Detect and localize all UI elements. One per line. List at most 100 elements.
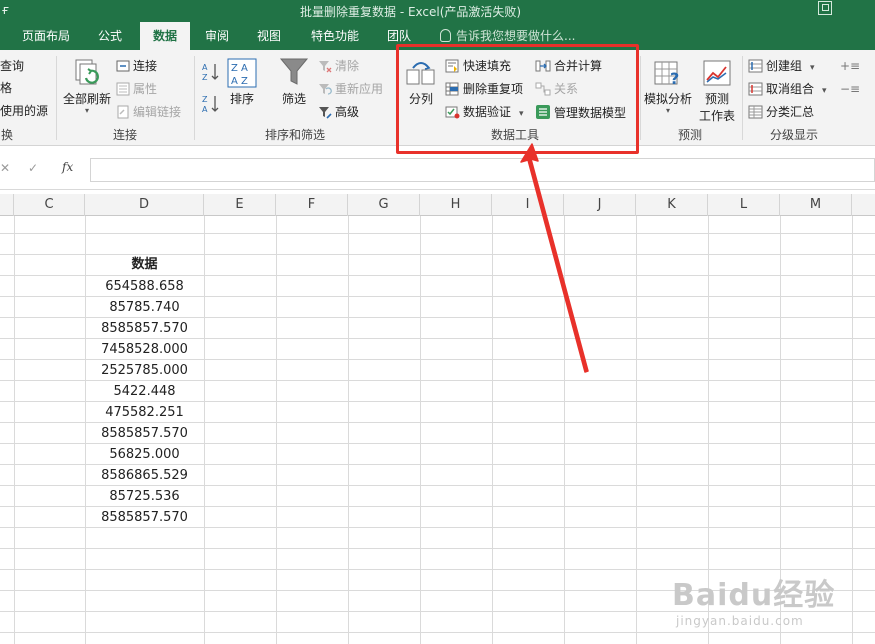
group-button[interactable]: 创建组 ▾: [748, 58, 815, 76]
column-gridline: [852, 216, 853, 644]
forecast-sheet-button[interactable]: 预测 工作表: [698, 58, 736, 124]
edit-links-button[interactable]: 编辑链接: [116, 104, 181, 120]
title-bar: ғ 批量删除重复数据 - Excel(产品激活失败): [0, 0, 875, 22]
advanced-filter-label: 高级: [335, 105, 360, 119]
cell-d-value[interactable]: 8585857.570: [85, 423, 204, 444]
filter-button[interactable]: 筛选: [276, 56, 312, 107]
cell-d-value[interactable]: 8586865.529: [85, 465, 204, 486]
formula-bar: ✕ ✓ fx: [0, 150, 875, 190]
row-gridline: [0, 611, 875, 612]
quick-access-fragment[interactable]: ғ: [2, 3, 9, 17]
tab-formulas[interactable]: 公式: [88, 22, 132, 50]
recent-sources-button[interactable]: 使用的源: [0, 103, 48, 119]
group-dropdown-icon[interactable]: ▾: [810, 63, 815, 73]
svg-text:A Z: A Z: [231, 76, 248, 87]
forecast-sheet-label-1: 预测: [704, 92, 729, 106]
hide-detail-icon[interactable]: −≡: [840, 81, 860, 97]
column-header-partial[interactable]: [0, 194, 14, 216]
cell-d-value[interactable]: 56825.000: [85, 444, 204, 465]
manage-data-model-button[interactable]: 管理数据模型: [535, 104, 626, 121]
cell-d-header[interactable]: 数据: [85, 254, 204, 275]
group-label-data-tools: 数据工具: [490, 128, 539, 142]
column-header-j[interactable]: J: [564, 194, 636, 216]
cell-d-value[interactable]: 85725.536: [85, 486, 204, 507]
relationships-button[interactable]: 关系: [535, 81, 578, 97]
column-header-c[interactable]: C: [14, 194, 85, 216]
enter-icon[interactable]: ✓: [28, 161, 38, 175]
from-table-button[interactable]: 格: [0, 80, 12, 96]
consolidate-label: 合并计算: [554, 59, 603, 73]
cell-d-value[interactable]: 85785.740: [85, 297, 204, 318]
reapply-button[interactable]: 重新应用: [318, 81, 383, 97]
refresh-all-button[interactable]: 全部刷新 ▾: [60, 56, 114, 115]
row-gridline: [0, 632, 875, 633]
column-header-f[interactable]: F: [276, 194, 348, 216]
remove-duplicates-button[interactable]: 删除重复项: [445, 81, 523, 97]
column-header-partial-right[interactable]: [852, 194, 875, 216]
tab-team[interactable]: 团队: [378, 22, 420, 50]
what-if-analysis-button[interactable]: ? 模拟分析 ▾: [642, 58, 694, 115]
restore-ribbon-icon[interactable]: [818, 1, 832, 15]
tab-review[interactable]: 审阅: [196, 22, 238, 50]
cell-d-value[interactable]: 8585857.570: [85, 507, 204, 528]
sort-ascending-button[interactable]: AZ: [202, 62, 220, 86]
tab-page-layout[interactable]: 页面布局: [12, 22, 80, 50]
ungroup-button[interactable]: 取消组合 ▾: [748, 81, 827, 99]
sort-button[interactable]: Z A A Z 排序: [224, 58, 260, 107]
cell-d-value[interactable]: 2525785.000: [85, 360, 204, 381]
insert-function-icon[interactable]: fx: [62, 160, 73, 174]
properties-button[interactable]: 属性: [116, 81, 157, 97]
flash-fill-button[interactable]: 快速填充: [445, 58, 511, 74]
new-query-button[interactable]: 查询: [0, 58, 24, 74]
cell-d-value[interactable]: 7458528.000: [85, 339, 204, 360]
column-header-h[interactable]: H: [420, 194, 492, 216]
column-header-k[interactable]: K: [636, 194, 708, 216]
cancel-icon[interactable]: ✕: [0, 161, 10, 175]
reapply-icon: [319, 84, 332, 95]
group-label-connections: 连接: [112, 128, 137, 142]
column-gridline: [348, 216, 349, 644]
sort-descending-button[interactable]: ZA: [202, 94, 220, 118]
filter-label: 筛选: [281, 92, 306, 106]
column-header-l[interactable]: L: [708, 194, 780, 216]
ungroup-dropdown-icon[interactable]: ▾: [822, 86, 827, 96]
column-header-g[interactable]: G: [348, 194, 420, 216]
refresh-all-label: 全部刷新: [62, 92, 111, 106]
data-model-icon: [536, 105, 550, 119]
worksheet-grid[interactable]: 数据 654588.658 85785.740 8585857.570 7458528…: [0, 216, 875, 644]
tell-me-search[interactable]: 告诉我您想要做什么...: [440, 22, 575, 50]
column-header-m[interactable]: M: [780, 194, 852, 216]
show-detail-icon[interactable]: +≡: [840, 58, 860, 74]
advanced-filter-button[interactable]: 高级: [318, 104, 359, 120]
svg-text:?: ?: [670, 69, 679, 88]
column-header-e[interactable]: E: [204, 194, 276, 216]
edit-links-icon: [117, 105, 129, 119]
data-validation-button[interactable]: 数据验证 ▾: [445, 104, 524, 122]
group-separator: [194, 56, 195, 140]
relationships-icon: [535, 82, 551, 96]
cell-d-value[interactable]: 8585857.570: [85, 318, 204, 339]
tab-data[interactable]: 数据: [140, 22, 190, 50]
data-validation-dropdown-icon[interactable]: ▾: [519, 109, 524, 119]
consolidate-button[interactable]: 合并计算: [535, 58, 602, 74]
text-to-columns-button[interactable]: 分列: [404, 58, 438, 107]
tab-view[interactable]: 视图: [248, 22, 290, 50]
column-gridline: [708, 216, 709, 644]
remove-duplicates-label: 删除重复项: [463, 82, 524, 96]
formula-buttons: ✕ ✓ fx: [0, 158, 86, 180]
svg-text:Z: Z: [202, 95, 208, 104]
group-separator: [742, 56, 743, 140]
column-header-i[interactable]: I: [492, 194, 564, 216]
formula-input[interactable]: [90, 158, 875, 182]
cell-d-value[interactable]: 654588.658: [85, 276, 204, 297]
connections-button[interactable]: 连接: [116, 58, 157, 74]
group-label-forecast: 预测: [677, 128, 702, 142]
subtotal-button[interactable]: 分类汇总: [748, 104, 814, 120]
clear-filter-icon: [319, 61, 332, 73]
ribbon-data: 查询 格 使用的源 换 全部刷新 ▾ 连接 属性 编辑链接 连接 A Z Z A…: [0, 50, 875, 190]
tab-special-features[interactable]: 特色功能: [302, 22, 368, 50]
cell-d-value[interactable]: 5422.448: [85, 381, 204, 402]
clear-filter-button[interactable]: 清除: [318, 58, 359, 74]
column-header-d[interactable]: D: [85, 194, 204, 216]
cell-d-value[interactable]: 475582.251: [85, 402, 204, 423]
